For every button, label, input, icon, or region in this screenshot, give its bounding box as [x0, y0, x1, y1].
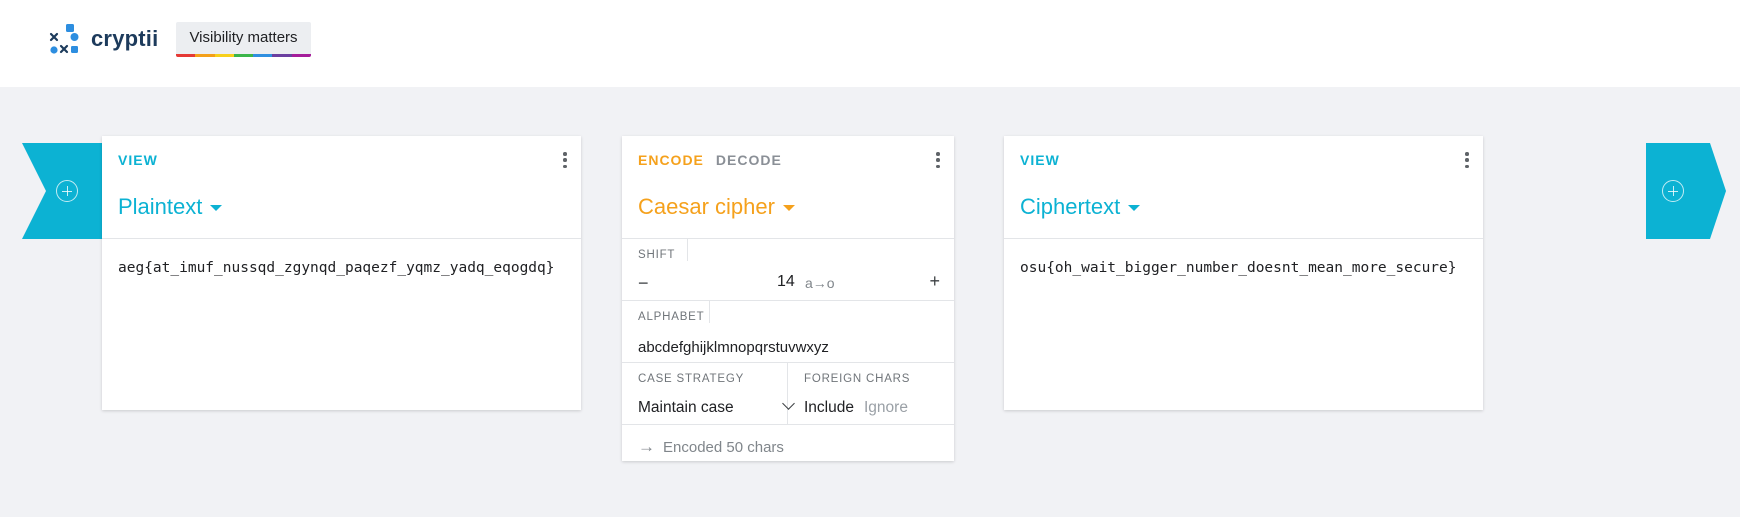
- rainbow-segment: [272, 54, 292, 57]
- cryptii-logo-icon: [49, 24, 79, 54]
- alphabet-input[interactable]: abcdefghijklmnopqrstuvwxyz: [638, 339, 829, 356]
- options-row: CASE STRATEGY Maintain case FOREIGN CHAR…: [622, 363, 954, 425]
- pipeline: VIEW Plaintext aeg{at_imuf_nussqd_zgynqd…: [22, 136, 1728, 496]
- tab-encode[interactable]: ENCODE: [638, 152, 704, 168]
- plaintext-title-dropdown[interactable]: Plaintext: [118, 194, 223, 220]
- app-header: cryptii Visibility matters: [0, 0, 1740, 87]
- shift-value-input[interactable]: 14: [777, 273, 795, 291]
- rainbow-segment: [214, 54, 234, 57]
- caret-down-icon: [210, 205, 223, 211]
- caesar-cipher-card: ENCODE DECODE Caesar cipher SHIFT − 14 a…: [622, 136, 954, 461]
- plaintext-tabs: VIEW: [118, 152, 158, 168]
- shift-increment-button[interactable]: +: [929, 271, 940, 292]
- more-vert-icon[interactable]: [936, 152, 940, 168]
- add-brick-connector-right[interactable]: [1646, 143, 1726, 239]
- rainbow-stripe: [176, 54, 311, 57]
- ciphertext-tabs: VIEW: [1020, 152, 1060, 168]
- rainbow-segment: [253, 54, 273, 57]
- badge-label: Visibility matters: [189, 29, 298, 46]
- case-strategy-value: Maintain case: [638, 399, 734, 416]
- ciphertext-content[interactable]: osu{oh_wait_bigger_number_doesnt_mean_mo…: [1020, 260, 1457, 276]
- foreign-chars-field: FOREIGN CHARS Include Ignore: [788, 363, 954, 425]
- shift-field: SHIFT − 14 a→o +: [622, 239, 954, 301]
- plaintext-title: Plaintext: [118, 194, 203, 219]
- alphabet-label: ALPHABET: [638, 311, 705, 323]
- shift-decrement-button[interactable]: −: [638, 273, 649, 294]
- foreign-chars-label: FOREIGN CHARS: [804, 373, 911, 385]
- ciphertext-card: VIEW Ciphertext osu{oh_wait_bigger_numbe…: [1004, 136, 1483, 410]
- ciphertext-title-dropdown[interactable]: Ciphertext: [1020, 194, 1141, 220]
- visibility-badge[interactable]: Visibility matters: [176, 22, 311, 57]
- add-brick-connector-left[interactable]: [22, 143, 102, 239]
- caret-down-icon: [782, 205, 795, 211]
- add-circle-icon[interactable]: [1662, 180, 1684, 202]
- more-vert-icon[interactable]: [1465, 152, 1469, 168]
- shift-mapping: a→o: [805, 275, 835, 291]
- ciphertext-title: Ciphertext: [1020, 194, 1121, 219]
- caesar-title-dropdown[interactable]: Caesar cipher: [638, 194, 795, 220]
- rainbow-segment: [233, 54, 254, 57]
- caesar-card-header: ENCODE DECODE Caesar cipher: [622, 136, 954, 239]
- status-line: → Encoded 50 chars: [638, 437, 784, 457]
- ciphertext-card-header: VIEW Ciphertext: [1004, 136, 1483, 239]
- tab-decode[interactable]: DECODE: [716, 152, 782, 168]
- case-strategy-select[interactable]: CASE STRATEGY Maintain case: [622, 363, 795, 425]
- label-divider: [709, 301, 710, 323]
- rainbow-segment: [195, 54, 215, 57]
- plaintext-card: VIEW Plaintext aeg{at_imuf_nussqd_zgynqd…: [102, 136, 581, 410]
- rainbow-segment: [176, 54, 196, 57]
- arrow-right-icon: →: [638, 437, 655, 456]
- logo-text: cryptii: [91, 26, 159, 51]
- label-divider: [687, 239, 688, 261]
- rainbow-segment: [291, 54, 311, 57]
- foreign-include-option[interactable]: Include: [804, 399, 854, 417]
- tab-view[interactable]: VIEW: [1020, 152, 1060, 168]
- foreign-ignore-option[interactable]: Ignore: [864, 399, 908, 417]
- case-strategy-label: CASE STRATEGY: [638, 373, 745, 385]
- add-circle-icon[interactable]: [56, 180, 78, 202]
- alphabet-field: ALPHABET abcdefghijklmnopqrstuvwxyz: [622, 301, 954, 363]
- app-logo[interactable]: cryptii: [48, 23, 158, 55]
- plaintext-content[interactable]: aeg{at_imuf_nussqd_zgynqd_paqezf_yqmz_ya…: [118, 260, 555, 276]
- caret-down-icon: [1128, 205, 1141, 211]
- more-vert-icon[interactable]: [563, 152, 567, 168]
- caesar-tabs: ENCODE DECODE: [638, 152, 782, 168]
- status-text: Encoded 50 chars: [663, 438, 784, 456]
- tab-view[interactable]: VIEW: [118, 152, 158, 168]
- caesar-title: Caesar cipher: [638, 194, 775, 219]
- shift-label: SHIFT: [638, 249, 676, 261]
- plaintext-card-header: VIEW Plaintext: [102, 136, 581, 239]
